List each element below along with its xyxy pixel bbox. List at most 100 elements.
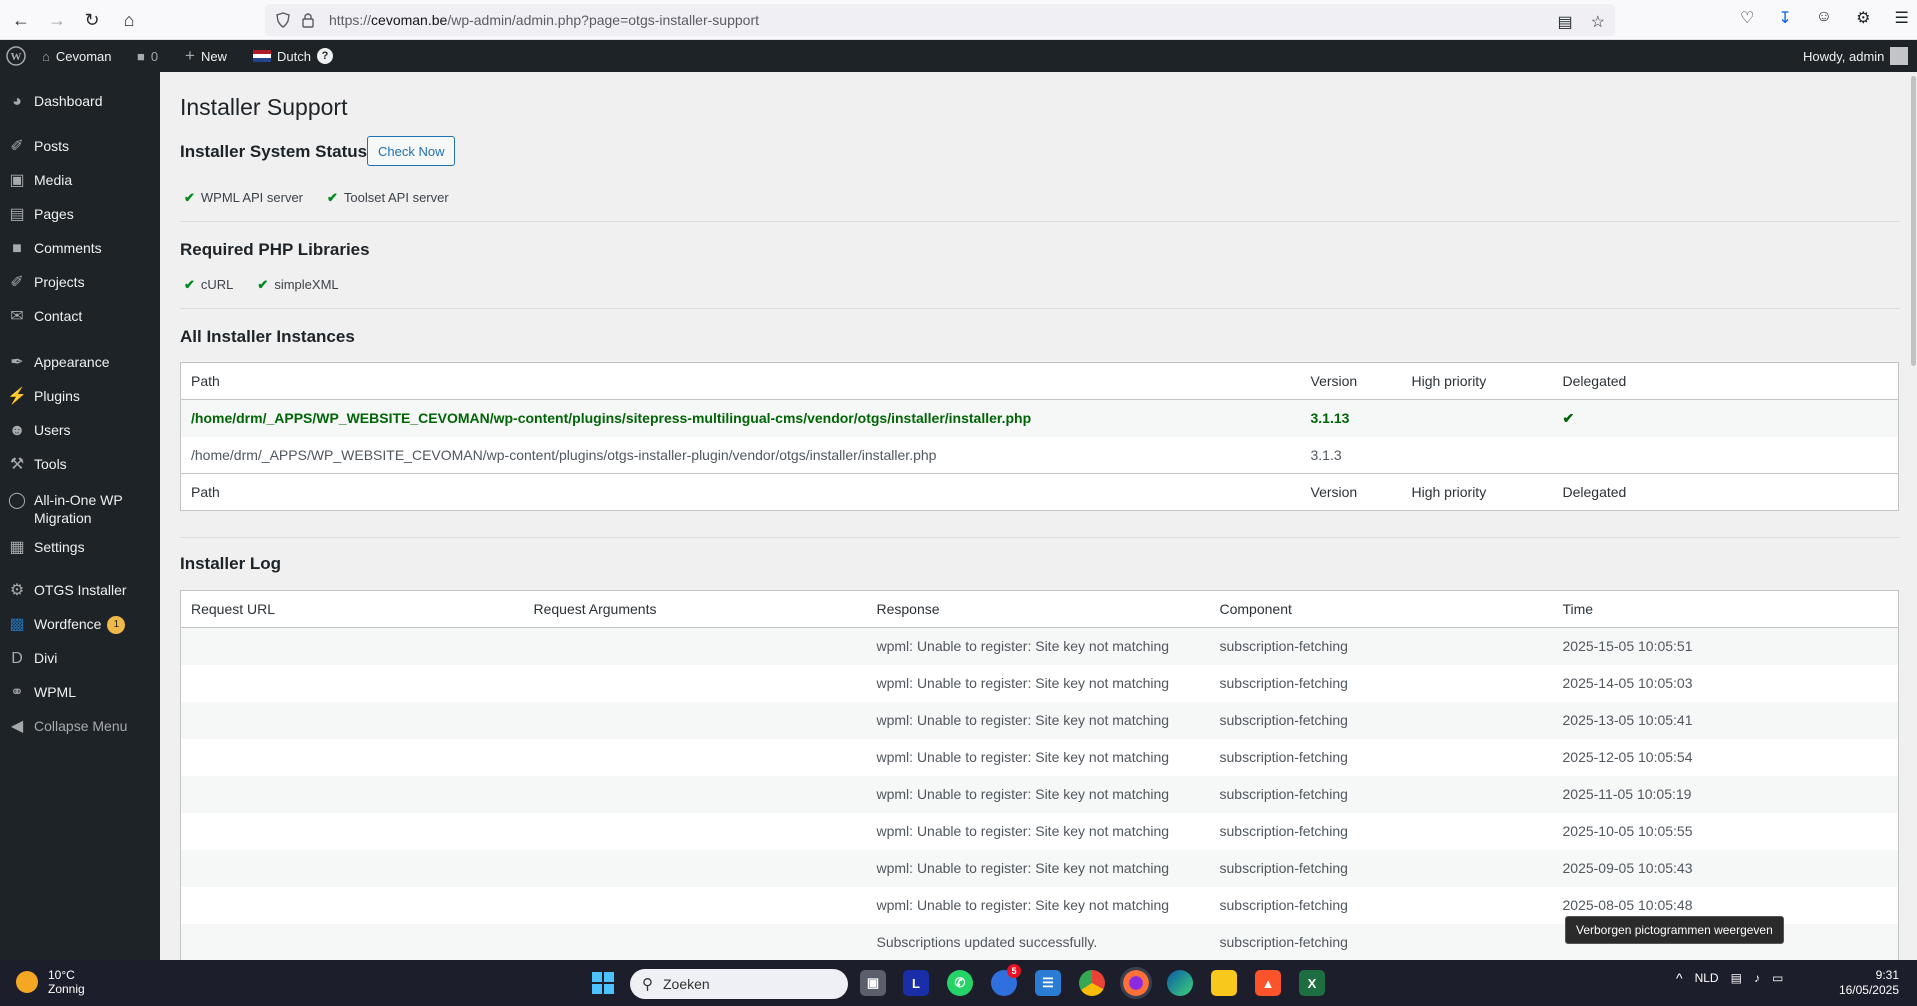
collapse-icon: ◀ (10, 718, 24, 735)
reload-icon[interactable]: ↻ (80, 8, 104, 32)
sidebar-item[interactable]: ◯ All-in-One WP Migration (0, 491, 160, 527)
wordpress-logo-icon[interactable]: W (6, 40, 26, 72)
battery-icon[interactable]: ▭ (1772, 971, 1783, 985)
table-row: wpml: Unable to register: Site key not m… (180, 627, 1899, 665)
sidebar-item[interactable]: ◕ Dashboard (0, 92, 160, 111)
sidebar-item[interactable]: ◀ Collapse Menu (0, 717, 160, 736)
check-now-button[interactable]: Check Now (367, 136, 456, 166)
wpml-icon: ⚭ (10, 684, 24, 701)
column-footer-version: Version (1300, 473, 1402, 511)
instance-version: 3.1.13 (1300, 399, 1402, 437)
language-switcher[interactable]: Dutch ? (253, 40, 333, 72)
user-icon: ☻ (8, 422, 26, 439)
weather-condition: Zonnig (48, 982, 85, 996)
scrollbar-thumb[interactable] (1911, 76, 1916, 366)
media-icon: ▣ (9, 172, 25, 189)
notepad-icon[interactable]: ☰ (1035, 970, 1061, 996)
wordfence-icon: ▩ (9, 616, 25, 633)
check-icon: ✔ (184, 190, 195, 205)
sidebar-item[interactable]: ▣ Media (0, 171, 160, 190)
sidebar-item-label: Divi (34, 650, 58, 666)
library-label: cURL (200, 277, 234, 292)
task-view-icon[interactable]: ▣ (860, 970, 886, 996)
extensions-icon[interactable]: ⚙ (1856, 8, 1870, 28)
sidebar-item-label: Users (34, 422, 71, 438)
log-response: wpml: Unable to register: Site key not m… (876, 675, 1170, 691)
sidebar-item[interactable]: ⚭ WPML (0, 683, 160, 702)
log-time: 2025-14-05 10:05:03 (1562, 675, 1693, 691)
column-header-request-url: Request URL (180, 590, 524, 628)
sidebar-item[interactable]: ✐ Projects (0, 273, 160, 292)
address-bar[interactable]: https://cevoman.be/wp-admin/admin.php?pa… (265, 4, 1615, 36)
sidebar-item-label: Collapse Menu (34, 718, 128, 734)
reader-view-icon[interactable]: ▤ (1558, 12, 1573, 32)
volume-icon[interactable]: ♪ (1754, 971, 1760, 985)
browser-toolbar: ← → ↻ ⌂ https://cevoman.be/wp-admin/admi… (0, 0, 1917, 40)
show-hidden-icons-chevron-icon[interactable]: ^ (1676, 970, 1683, 986)
sidebar-item[interactable]: ⚡ Plugins (0, 387, 160, 406)
sun-icon (16, 971, 38, 993)
bookmark-star-icon[interactable]: ☆ (1591, 12, 1605, 32)
chrome-icon[interactable] (1079, 970, 1105, 996)
input-language[interactable]: NLD (1695, 971, 1719, 985)
table-row: /home/drm/_APPS/WP_WEBSITE_CEVOMAN/wp-co… (180, 399, 1899, 437)
pocket-icon[interactable]: ♡ (1740, 8, 1754, 28)
divi-icon: D (11, 650, 23, 667)
app-l-icon[interactable]: L (903, 970, 929, 996)
sidebar-item[interactable]: ✉ Contact (0, 307, 160, 326)
my-account[interactable]: Howdy, admin (1803, 40, 1909, 72)
account-icon[interactable]: ☺ (1816, 8, 1832, 28)
excel-icon[interactable]: X (1299, 970, 1325, 996)
log-response: wpml: Unable to register: Site key not m… (876, 749, 1170, 765)
hidden-icons-tooltip: Verborgen pictogrammen weergeven (1565, 916, 1784, 944)
log-request-url (181, 665, 524, 702)
sidebar-item-text: Contact (34, 307, 160, 325)
sidebar-item[interactable]: ■ Comments (0, 239, 160, 258)
home-icon[interactable]: ⌂ (117, 8, 141, 32)
shield-icon[interactable] (275, 12, 291, 28)
sidebar-item-text: WPML (34, 683, 160, 701)
brave-icon[interactable]: ▲ (1255, 970, 1281, 996)
sidebar-item[interactable]: ▩ Wordfence 1 (0, 615, 160, 635)
clock[interactable]: 9:31 16/05/2025 (1839, 968, 1899, 998)
new-content-link[interactable]: + New (185, 40, 227, 72)
log-time: 2025-11-05 10:05:19 (1552, 775, 1899, 813)
edge-icon[interactable] (1167, 970, 1193, 996)
sidebar-item[interactable]: ⚒ Tools (0, 455, 160, 474)
pin-icon: ✐ (10, 138, 24, 155)
network-icon[interactable]: ▤ (1731, 971, 1742, 985)
sidebar-item[interactable]: ▦ Settings (0, 538, 160, 557)
status-label: WPML API server (200, 190, 304, 205)
lock-icon[interactable] (301, 12, 315, 28)
page-scrollbar[interactable] (1910, 72, 1917, 960)
taskbar-search[interactable]: ⚲ Zoeken (630, 969, 848, 999)
sidebar-item[interactable]: ☻ Users (0, 421, 160, 440)
weather-widget[interactable]: 10°C Zonnig (16, 968, 85, 996)
sidebar-item[interactable]: ✐ Posts (0, 137, 160, 156)
divider (180, 537, 1900, 538)
instance-high-priority (1402, 437, 1553, 474)
sidebar-item-text: Media (34, 171, 160, 189)
sidebar-item-label: Pages (34, 206, 74, 222)
sidebar-item[interactable]: ✒ Appearance (0, 353, 160, 372)
forward-icon[interactable]: → (45, 8, 69, 32)
menu-icon[interactable]: ☰ (1894, 8, 1908, 28)
messenger-icon[interactable]: 5 (991, 964, 1021, 996)
comments-link[interactable]: ■ 0 (137, 40, 158, 72)
clock-time: 9:31 (1875, 968, 1899, 982)
sidebar-item[interactable]: ⚙ OTGS Installer (0, 581, 160, 600)
installer-instances-heading: All Installer Instances (180, 327, 355, 346)
download-icon[interactable]: ↧ (1778, 8, 1791, 28)
sidebar-item[interactable]: D Divi (0, 649, 160, 668)
whatsapp-icon[interactable]: ✆ (947, 970, 973, 996)
log-component: subscription-fetching (1219, 749, 1348, 765)
back-icon[interactable]: ← (9, 8, 33, 32)
windows-start-icon[interactable] (592, 972, 614, 994)
sidebar-item[interactable]: ▤ Pages (0, 205, 160, 224)
site-name-link[interactable]: ⌂ Cevoman (42, 40, 112, 72)
main-content: Installer Support Installer System Statu… (160, 72, 1910, 960)
log-request-arguments (524, 739, 867, 776)
file-explorer-icon[interactable] (1211, 970, 1237, 996)
help-icon[interactable]: ? (316, 48, 333, 64)
firefox-icon[interactable] (1120, 967, 1152, 999)
